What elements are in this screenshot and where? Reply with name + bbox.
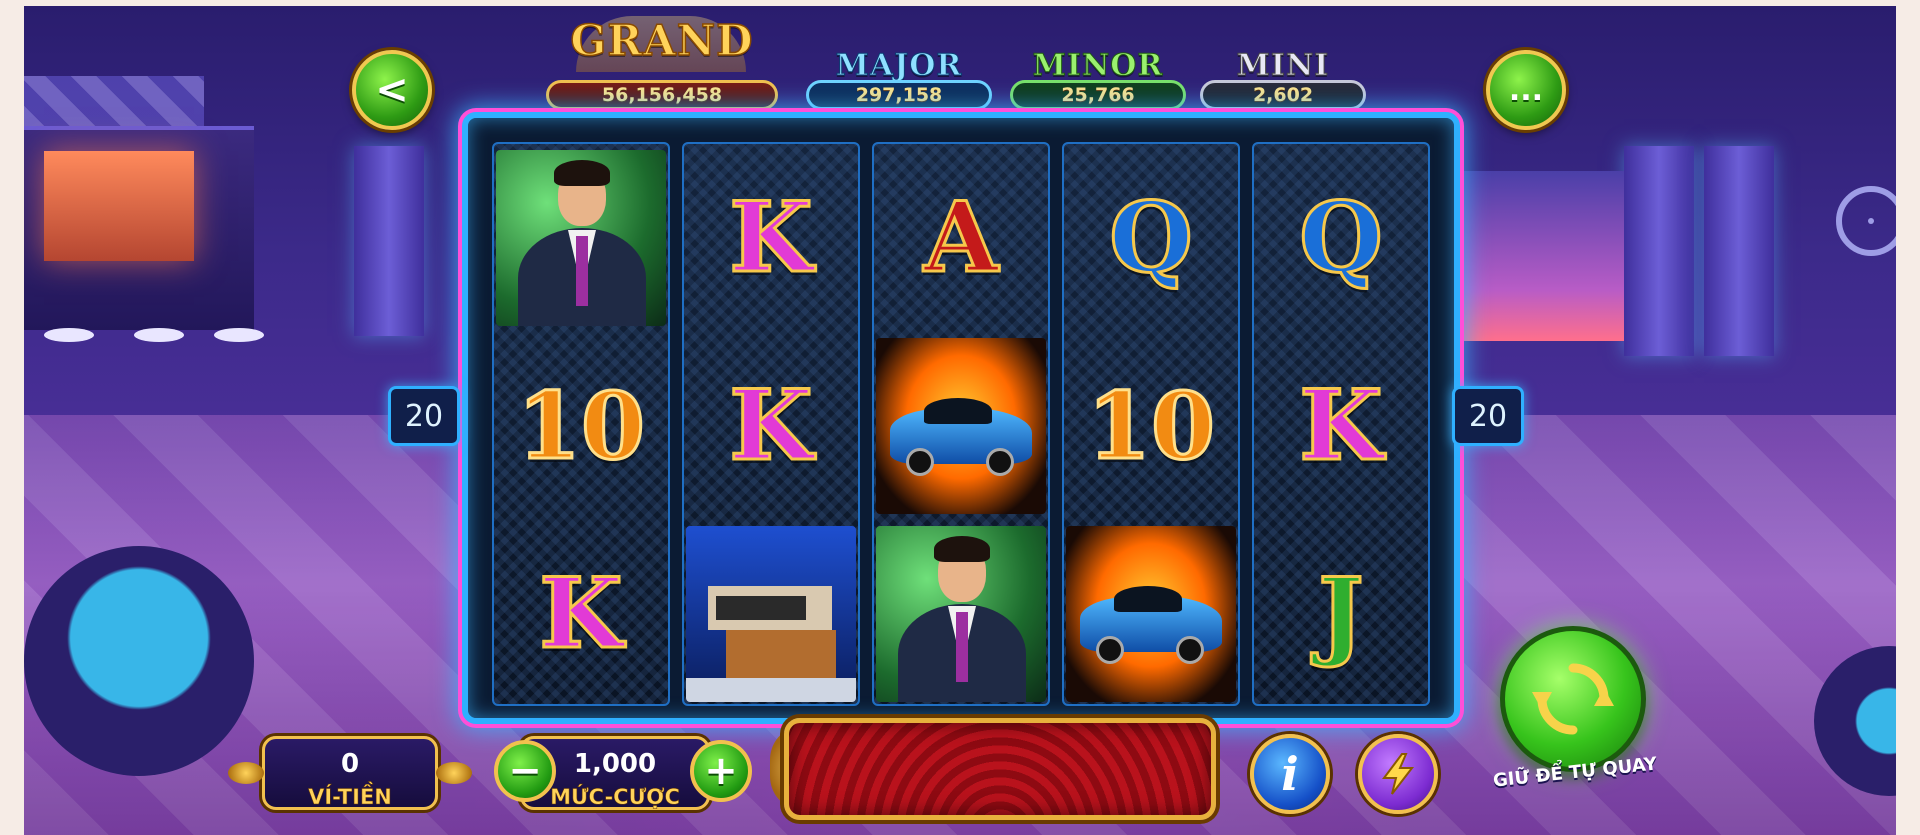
symbol-k: K: [728, 181, 814, 294]
wallet-panel: 0 VÍ-TIỀN: [262, 736, 438, 810]
reel-cell: [494, 144, 668, 332]
jackpot-major-label: MAJOR: [835, 48, 963, 84]
menu-button[interactable]: ...: [1486, 50, 1566, 130]
lightning-icon: [1382, 753, 1415, 795]
reel-cell: [684, 520, 858, 708]
reel-frame: 10 K K K A Q 10 Q K J: [462, 112, 1460, 724]
minus-icon: −: [508, 748, 542, 794]
reel: Q 10: [1062, 142, 1240, 706]
reel-cell: K: [494, 520, 668, 708]
symbol-10: 10: [1085, 372, 1216, 480]
symbol-k: K: [728, 369, 814, 482]
win-display: [784, 718, 1216, 820]
turbo-button[interactable]: [1358, 734, 1438, 814]
refresh-icon: [1532, 663, 1614, 735]
businessman-symbol: [876, 526, 1046, 702]
jackpot-major-value: 297,158: [806, 80, 992, 110]
jackpot-mini-label: MINI: [1236, 48, 1330, 84]
sports-car-symbol: [876, 338, 1046, 514]
chevron-left-icon: <: [375, 67, 409, 113]
bar-stool: [134, 328, 184, 342]
jackpot-minor-value: 25,766: [1010, 80, 1186, 110]
wallet-label: VÍ-TIỀN: [308, 785, 392, 810]
symbol-k: K: [538, 557, 624, 670]
mansion-symbol: [686, 526, 856, 702]
jackpot-mini-value: 2,602: [1200, 80, 1366, 110]
reel: KK: [682, 142, 860, 706]
ship-wheel-decoration: [1836, 186, 1896, 256]
spin-button[interactable]: [1500, 626, 1646, 772]
paylines-badge-left: 20: [388, 386, 460, 446]
jackpot-major: MAJOR 297,158: [806, 40, 992, 110]
reel-cell: K: [1254, 332, 1428, 520]
reel-cell: A: [874, 144, 1048, 332]
symbol-10: 10: [515, 372, 646, 480]
reel: A: [872, 142, 1050, 706]
plus-icon: +: [704, 748, 738, 794]
wall-diamond-pattern: [24, 76, 204, 131]
gold-ornament: [228, 762, 264, 784]
jackpot-mini: MINI 2,602: [1200, 40, 1366, 110]
gold-ornament: [436, 762, 472, 784]
paylines-badge-right: 20: [1452, 386, 1524, 446]
bar-stool: [214, 328, 264, 342]
symbol-q: Q: [1108, 181, 1195, 294]
reel-cell: [874, 520, 1048, 708]
lounge-couch: [24, 546, 254, 776]
reel-cell: K: [684, 332, 858, 520]
reel-cell: Q: [1254, 144, 1428, 332]
bar-shelf: [44, 151, 194, 261]
reel-cell: 10: [1064, 332, 1238, 520]
pillar: [1624, 146, 1694, 356]
jackpot-grand-value: 56,156,458: [546, 80, 778, 110]
reel-cell: J: [1254, 520, 1428, 708]
wallet-value: 0: [340, 749, 360, 779]
jackpot-minor: MINOR 25,766: [1010, 40, 1186, 110]
bet-decrease-button[interactable]: −: [494, 740, 556, 802]
symbol-q: Q: [1298, 181, 1385, 294]
pillar: [354, 146, 424, 336]
city-window: [1454, 171, 1624, 341]
pillar: [1704, 146, 1774, 356]
reel-cell: [874, 332, 1048, 520]
reel-cell: Q: [1064, 144, 1238, 332]
symbol-j: J: [1317, 557, 1365, 670]
more-dots-icon: ...: [1508, 72, 1544, 108]
jackpot-grand: GRAND 56,156,458: [546, 15, 778, 110]
info-button[interactable]: i: [1250, 734, 1330, 814]
jackpot-minor-label: MINOR: [1032, 48, 1164, 84]
reel: 10 K: [492, 142, 670, 706]
bar-stool: [44, 328, 94, 342]
reel-cell: [1064, 520, 1238, 708]
symbol-k: K: [1298, 369, 1384, 482]
bet-label: MỨC-CƯỢC: [550, 785, 680, 810]
sports-car-symbol: [1066, 526, 1236, 702]
reel-cell: 10: [494, 332, 668, 520]
reel-cell: K: [684, 144, 858, 332]
reel: QKJ: [1252, 142, 1430, 706]
symbol-a: A: [922, 181, 1000, 294]
back-button[interactable]: <: [352, 50, 432, 130]
businessman-symbol: [496, 150, 666, 326]
bet-increase-button[interactable]: +: [690, 740, 752, 802]
info-icon: i: [1281, 747, 1299, 801]
jackpot-grand-label: GRAND: [570, 15, 754, 66]
